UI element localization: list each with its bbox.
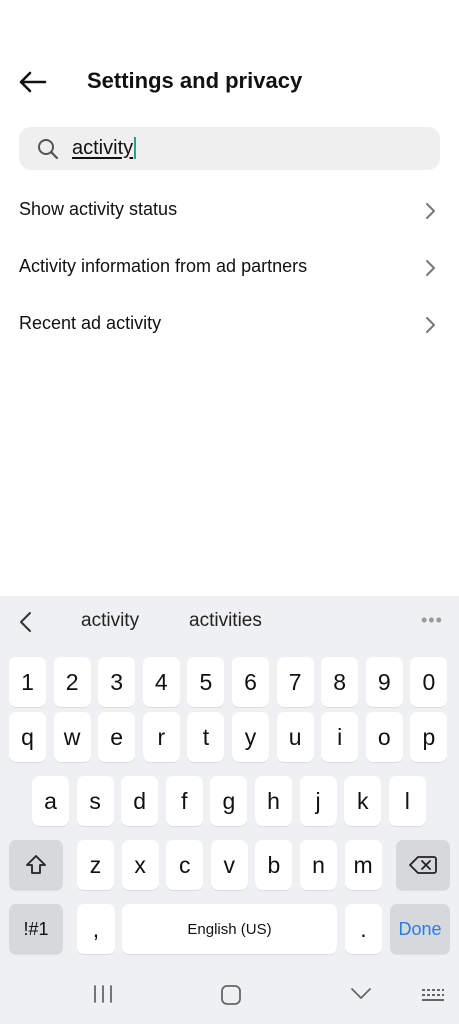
number-key-6[interactable]: 6	[232, 657, 269, 707]
number-key-8[interactable]: 8	[321, 657, 359, 707]
letter-key-z[interactable]: z	[77, 840, 114, 890]
number-key-1[interactable]: 1	[9, 657, 46, 707]
symbols-key[interactable]: !#1	[9, 904, 63, 954]
recent-apps-icon[interactable]	[92, 984, 114, 1004]
number-key-9[interactable]: 9	[365, 657, 403, 707]
arrow-left-icon	[19, 71, 47, 93]
back-button[interactable]	[12, 64, 52, 100]
text-cursor	[134, 137, 137, 159]
shift-icon	[26, 855, 46, 874]
letter-key-x[interactable]: x	[121, 840, 159, 890]
keyboard-icon[interactable]	[421, 988, 445, 1004]
space-key[interactable]: English (US)	[122, 904, 337, 954]
search-bar[interactable]: activity	[19, 127, 440, 170]
number-key-7[interactable]: 7	[276, 657, 314, 707]
number-key-0[interactable]: 0	[410, 657, 448, 707]
period-key[interactable]: .	[345, 904, 382, 954]
letter-key-i[interactable]: i	[321, 712, 359, 762]
backspace-icon	[409, 856, 437, 874]
shift-key[interactable]	[9, 840, 63, 890]
letter-key-j[interactable]: j	[299, 776, 337, 826]
on-screen-keyboard: activity activities ••• 1234567890 qwerty…	[0, 596, 459, 1024]
result-item-recent-ad-activity[interactable]: Recent ad activity	[0, 297, 459, 353]
number-key-5[interactable]: 5	[187, 657, 225, 707]
letter-key-f[interactable]: f	[165, 776, 203, 826]
letter-key-n[interactable]: n	[300, 840, 337, 890]
letter-key-v[interactable]: v	[210, 840, 248, 890]
chevron-down-icon[interactable]	[349, 984, 373, 1004]
system-navigation-bar	[0, 966, 459, 1024]
letter-key-c[interactable]: c	[166, 840, 204, 890]
suggestion-bar: activity activities •••	[0, 596, 459, 648]
letter-key-o[interactable]: o	[365, 712, 403, 762]
letter-key-p[interactable]: p	[410, 712, 448, 762]
letter-key-l[interactable]: l	[388, 776, 426, 826]
search-icon	[38, 139, 59, 160]
comma-key[interactable]: ,	[77, 904, 115, 954]
letter-key-k[interactable]: k	[344, 776, 382, 826]
letter-key-u[interactable]: u	[276, 712, 314, 762]
chevron-right-icon	[426, 317, 435, 333]
letter-key-a[interactable]: a	[32, 776, 69, 826]
letter-key-t[interactable]: t	[187, 712, 225, 762]
result-item-label: Show activity status	[19, 199, 178, 219]
result-item-label: Activity information from ad partners	[19, 256, 308, 276]
letter-key-w[interactable]: w	[53, 712, 91, 762]
letter-key-r[interactable]: r	[142, 712, 180, 762]
header-bar: Settings and privacy	[0, 52, 459, 112]
result-item-show-activity-status[interactable]: Show activity status	[0, 183, 459, 239]
number-key-2[interactable]: 2	[53, 657, 91, 707]
letter-key-h[interactable]: h	[255, 776, 292, 826]
letter-key-e[interactable]: e	[98, 712, 136, 762]
suggestion-word[interactable]: activities	[189, 610, 262, 632]
chevron-right-icon	[426, 203, 435, 219]
result-item-activity-information[interactable]: Activity information from ad partners	[0, 240, 459, 296]
home-icon[interactable]	[220, 984, 242, 1006]
letter-key-s[interactable]: s	[76, 776, 114, 826]
search-input[interactable]: activity	[72, 135, 137, 161]
letter-key-b[interactable]: b	[255, 840, 293, 890]
page-title: Settings and privacy	[87, 68, 303, 93]
number-key-3[interactable]: 3	[98, 657, 136, 707]
letter-key-g[interactable]: g	[210, 776, 248, 826]
result-item-label: Recent ad activity	[19, 313, 162, 333]
number-key-4[interactable]: 4	[142, 657, 180, 707]
letter-key-y[interactable]: y	[232, 712, 269, 762]
more-options-icon[interactable]: •••	[421, 610, 443, 631]
done-key[interactable]: Done	[390, 904, 450, 954]
letter-key-d[interactable]: d	[121, 776, 159, 826]
chevron-left-icon[interactable]	[14, 610, 38, 634]
search-input-text: activity	[72, 136, 134, 159]
backspace-key[interactable]	[396, 840, 450, 890]
chevron-right-icon	[426, 260, 435, 276]
letter-key-m[interactable]: m	[344, 840, 382, 890]
letter-key-q[interactable]: q	[9, 712, 46, 762]
suggestion-word[interactable]: activity	[81, 610, 139, 632]
